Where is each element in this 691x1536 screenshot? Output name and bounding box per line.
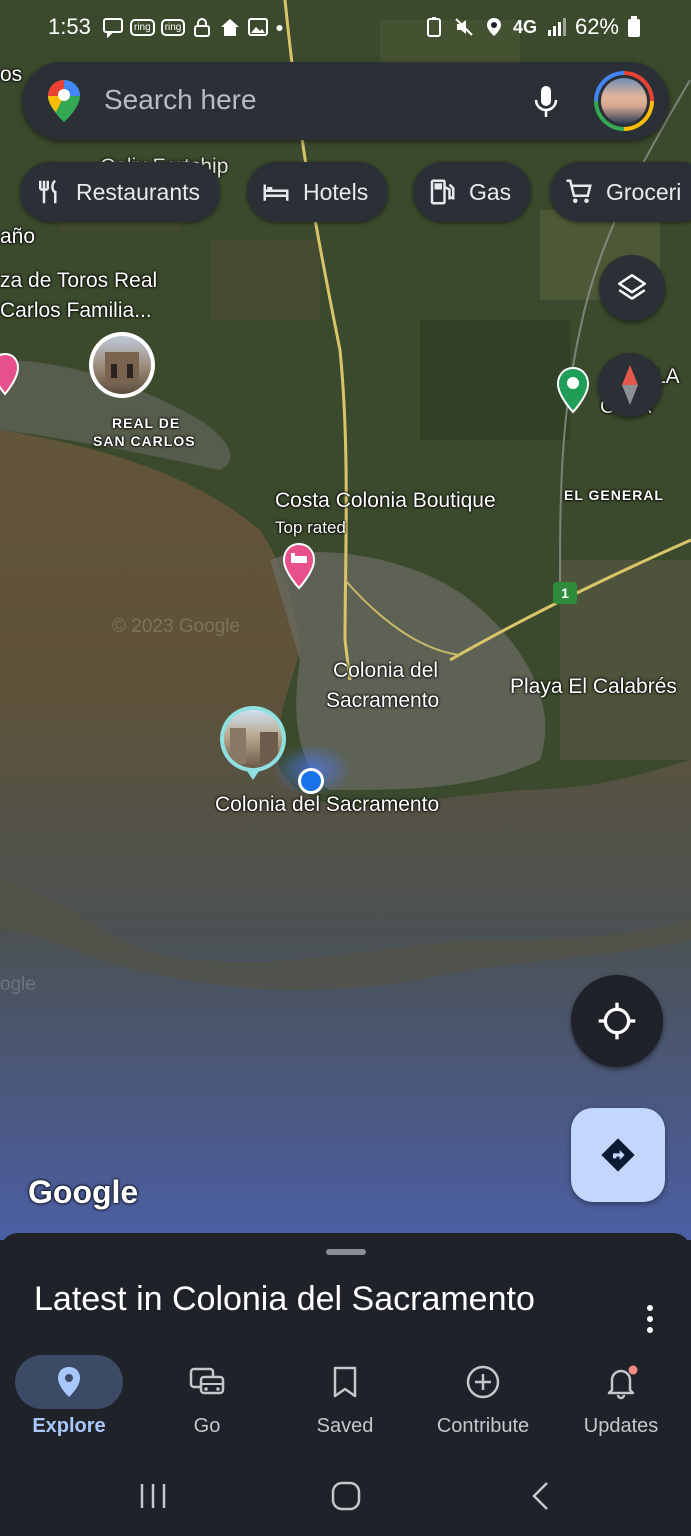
chip-gas[interactable]: Gas xyxy=(413,162,532,222)
signal-icon xyxy=(547,18,566,36)
status-bar: 1:53 ring ring ● 4G 62% xyxy=(0,0,691,60)
ring-badge: ring xyxy=(130,18,155,36)
map-label-el-general[interactable]: EL GENERAL xyxy=(564,486,664,506)
chip-groceries[interactable]: Groceri xyxy=(550,162,691,222)
gas-pump-icon xyxy=(430,179,455,205)
chip-label: Gas xyxy=(469,178,512,205)
chip-restaurants[interactable]: Restaurants xyxy=(20,162,221,222)
bottom-navigation: Explore Go Saved Contribute Updates xyxy=(0,1345,691,1455)
mic-icon[interactable] xyxy=(532,84,560,120)
nav-label: Explore xyxy=(32,1415,106,1437)
search-input[interactable]: Search here xyxy=(104,84,257,116)
sheet-title: Latest in Colonia del Sacramento xyxy=(34,1280,535,1318)
layers-icon xyxy=(617,273,647,300)
chip-label: Hotels xyxy=(303,178,369,205)
hotel-pin-icon[interactable] xyxy=(0,352,20,396)
status-right-icons: 4G 62% xyxy=(423,14,641,40)
chip-label: Restaurants xyxy=(76,178,201,205)
bell-icon xyxy=(607,1365,638,1400)
battery-saver-icon xyxy=(426,17,441,37)
ring-badge: ring xyxy=(160,18,186,36)
more-options-icon[interactable] xyxy=(638,1303,662,1337)
recents-icon[interactable] xyxy=(137,1482,169,1510)
pin-tail xyxy=(245,768,261,780)
map-label-costa-colonia[interactable]: Costa Colonia Boutique xyxy=(275,486,496,515)
map-label-top-rated: Top rated xyxy=(275,518,346,537)
nav-label: Go xyxy=(193,1415,221,1437)
fork-knife-icon xyxy=(39,179,57,204)
mute-icon xyxy=(455,18,473,36)
map-label-colonia-line1[interactable]: Colonia del xyxy=(333,656,438,685)
image-icon xyxy=(248,18,269,36)
directions-icon xyxy=(601,1138,635,1172)
nav-label: Updates xyxy=(583,1415,659,1437)
message-icon xyxy=(103,18,123,38)
directions-button[interactable] xyxy=(571,1108,665,1202)
route-shield: 1 xyxy=(553,582,577,604)
explore-pin-icon xyxy=(58,1367,80,1397)
map-label-real-line2[interactable]: SAN CARLOS xyxy=(93,432,196,452)
map-label-real-line1[interactable]: REAL DE xyxy=(112,414,180,434)
battery-icon xyxy=(628,16,640,37)
lock-icon xyxy=(194,18,211,37)
google-logo: Google xyxy=(28,1174,139,1210)
avatar[interactable] xyxy=(594,71,654,131)
home-icon xyxy=(221,19,240,36)
colonia-photo-pin[interactable] xyxy=(220,706,286,772)
cart-icon xyxy=(566,179,592,203)
sheet-drag-handle[interactable] xyxy=(326,1249,366,1255)
home-icon[interactable] xyxy=(330,1480,362,1512)
car-icon xyxy=(189,1367,225,1395)
chip-hotels[interactable]: Hotels xyxy=(247,162,389,222)
layers-button[interactable] xyxy=(599,255,665,321)
map-label-toros-line1[interactable]: za de Toros Real xyxy=(0,266,157,295)
search-bar[interactable]: Search here xyxy=(22,62,669,140)
chip-label: Groceri xyxy=(606,178,682,205)
network-type: 4G xyxy=(512,16,537,37)
map-label-colonia-line2[interactable]: Sacramento xyxy=(326,686,439,715)
map-watermark: © 2023 Google xyxy=(112,616,241,637)
status-time: 1:53 xyxy=(48,14,91,39)
compass-button[interactable] xyxy=(598,353,662,417)
map-label-playa[interactable]: Playa El Calabrés xyxy=(510,672,677,701)
back-icon[interactable] xyxy=(527,1480,553,1512)
map-label-colonia-main[interactable]: Colonia del Sacramento xyxy=(215,790,439,819)
bookmark-icon xyxy=(333,1366,357,1398)
location-icon xyxy=(486,18,501,36)
compass-icon xyxy=(622,365,638,405)
nav-label: Contribute xyxy=(436,1415,530,1437)
google-maps-pin-icon xyxy=(48,80,80,122)
place-pin-icon[interactable] xyxy=(556,366,590,414)
hotel-pin-icon[interactable] xyxy=(282,542,316,590)
status-left-icons: ring ring ● xyxy=(102,16,284,38)
crosshair-icon xyxy=(598,1002,636,1040)
map-label-os[interactable]: os xyxy=(0,60,22,89)
map-label-ano[interactable]: año xyxy=(0,222,35,251)
real-de-san-carlos-photo-pin[interactable] xyxy=(89,332,155,398)
system-navigation-bar xyxy=(0,1456,691,1536)
nav-label: Saved xyxy=(316,1415,374,1437)
bed-icon xyxy=(263,184,289,201)
dot-icon: ● xyxy=(275,19,284,35)
battery-percent: 62% xyxy=(574,14,619,39)
map-watermark-partial: ogle xyxy=(0,974,36,995)
plus-circle-icon xyxy=(466,1365,500,1399)
map-label-toros-line2[interactable]: Carlos Familia... xyxy=(0,296,152,325)
my-location-button[interactable] xyxy=(571,975,663,1067)
